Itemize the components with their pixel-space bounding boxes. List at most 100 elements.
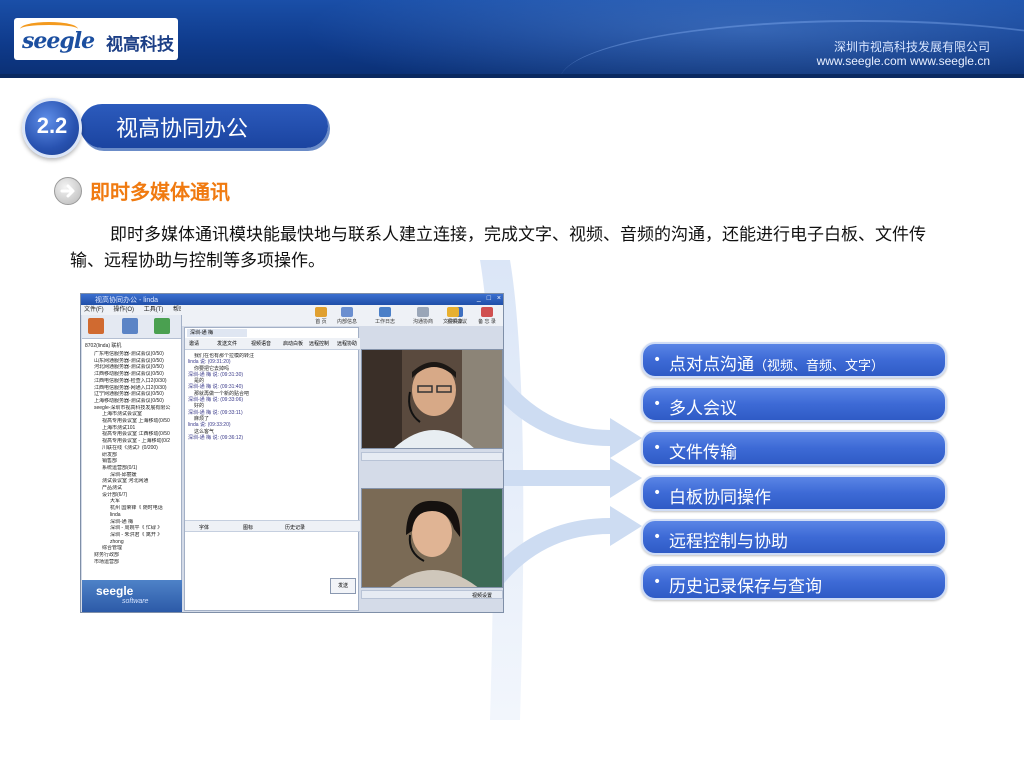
video-settings-button[interactable]: 视频设置 — [472, 592, 492, 599]
bullet-icon: • — [653, 396, 662, 412]
toolbar-worklog[interactable]: 工作日志 — [371, 307, 399, 325]
local-video-controls[interactable]: 视频设置 — [361, 590, 503, 599]
invite-button[interactable]: 邀请 — [189, 340, 199, 347]
footer-brand: seegle — [96, 584, 134, 598]
tree-item[interactable]: 上海市测试会议室 — [84, 411, 180, 418]
arrow-right-icon — [54, 177, 82, 205]
tree-item[interactable]: linda — [84, 512, 180, 519]
menu-operate[interactable]: 操作(O) — [113, 307, 134, 313]
chat-tab[interactable]: 深圳-通 梅 — [187, 329, 247, 337]
remote-video — [361, 349, 503, 449]
feature-note: （视频、音频、文字） — [754, 359, 885, 374]
tree-item[interactable]: 大军 — [84, 498, 180, 505]
tree-item[interactable]: 视高专用会议室 - 上海移动(0/2 — [84, 438, 180, 445]
toolbar-internal[interactable]: 内部信息 — [333, 307, 361, 325]
menu-tools[interactable]: 工具(T) — [144, 307, 164, 313]
toolbar-fileshare-button[interactable]: 文件共享 — [439, 307, 467, 325]
tree-item[interactable]: 设计部(6/7) — [84, 492, 180, 499]
video-voice-button[interactable]: 视频语音 — [251, 340, 271, 347]
tree-item[interactable]: 研发部 — [84, 452, 180, 459]
header-underline — [0, 74, 1024, 78]
toolbar-internal-label: 内部信息 — [336, 319, 357, 325]
menu-file[interactable]: 文件(F) — [84, 307, 104, 313]
local-video — [361, 488, 503, 588]
recent-tab-icon[interactable] — [154, 318, 170, 334]
tree-item[interactable]: 广东电信服务器-测试会议(0/50) — [84, 351, 180, 358]
section-title: 视高协同办公 — [116, 117, 249, 142]
bullet-icon: • — [653, 485, 662, 501]
memo-icon — [481, 307, 493, 317]
group-tab-icon[interactable] — [122, 318, 138, 334]
send-button[interactable]: 发送 — [330, 578, 356, 594]
company-logo: seegle 视高科技 — [14, 18, 178, 60]
feature-label: 点对点沟通（视频、音频、文字） — [669, 355, 885, 375]
bullet-icon: • — [653, 352, 662, 368]
whiteboard-button[interactable]: 启动白板 — [283, 340, 303, 347]
tree-item[interactable]: 财务行政部 — [84, 552, 180, 559]
window-controls-icon[interactable]: _ □ × — [477, 295, 503, 302]
company-name: 深圳市视高科技发展有限公司 — [833, 40, 990, 54]
tree-item[interactable]: 视高专用会议室 上海移动(0/50 — [84, 418, 180, 425]
panel-footer-logo: seegle software — [82, 580, 182, 612]
tree-item[interactable]: 测试会议室 河北网通 — [84, 478, 180, 485]
feature-item-history: • 历史记录保存与查询 — [641, 564, 947, 600]
feature-label: 历史记录保存与查询 — [669, 577, 822, 597]
toolbar-memo[interactable]: 备 忘 录 — [473, 307, 501, 325]
toolbar-home-label: 首 页 — [315, 319, 327, 325]
contact-tree: 广东电信服务器-测试会议(0/50) 山东网通服务器-测试会议(0/50) 河北网通… — [84, 351, 180, 583]
logo-text-cn: 视高科技 — [106, 35, 174, 55]
tree-item[interactable]: 深圳-通 梅 — [84, 519, 180, 526]
tree-item[interactable]: 上海移动服务器-测试会议(0/50) — [84, 398, 180, 405]
toolbar-worklog-label: 工作日志 — [374, 319, 395, 325]
tree-item[interactable]: zhong — [84, 539, 180, 546]
tree-item[interactable]: 江西电信服务器-检查入口2(0/30) — [84, 378, 180, 385]
remote-assist-button[interactable]: 远程协助 — [337, 340, 357, 347]
tree-item[interactable]: 江西移动服务器-测试会议(0/50) — [84, 371, 180, 378]
chat-input-toolbar: 字体 图标 历史记录 — [185, 520, 360, 532]
tree-item[interactable]: 川联在线《测试》(0/200) — [84, 445, 180, 452]
toolbar-home[interactable]: 首 页 — [307, 307, 335, 325]
feature-item-file-transfer: • 文件传输 — [641, 430, 947, 466]
window-title: 视高协同办公 - linda — [95, 297, 159, 304]
tree-item[interactable]: 深圳 - 周婉平《 忙碌 》 — [84, 525, 180, 532]
tree-item[interactable]: 深圳 - 朱洪君《 离开 》 — [84, 532, 180, 539]
tree-item[interactable]: 市场运营部 — [84, 559, 180, 566]
tree-item[interactable]: 深圳-邱丽媛 — [84, 472, 180, 479]
chat-window: 深圳-通 梅 邀请 发送文件 视频语音 启动白板 远程控制 远程协助 我们在也有… — [184, 327, 360, 611]
feature-label: 白板协同操作 — [669, 488, 771, 508]
tree-item[interactable]: 江西电信服务器-网通入口2(0/30) — [84, 385, 180, 392]
bullet-icon: • — [653, 529, 662, 545]
tree-item[interactable]: 河北网通服务器-测试会议(0/50) — [84, 364, 180, 371]
tree-item[interactable]: 山东网通服务器-测试会议(0/50) — [84, 358, 180, 365]
section-number: 2.2 — [36, 113, 68, 138]
subsection-title: 即时多媒体通讯 — [90, 180, 230, 204]
header-band: seegle 视高科技 深圳市视高科技发展有限公司 www.seegle.com… — [0, 0, 1024, 78]
tree-item[interactable]: 杭州 国荣锋《 随时电话 — [84, 505, 180, 512]
org-tab-icon[interactable] — [88, 318, 104, 334]
feature-item-whiteboard: • 白板协同操作 — [641, 475, 947, 511]
folder-icon — [447, 307, 459, 317]
tree-item[interactable]: 综合管理 — [84, 545, 180, 552]
tree-item[interactable]: 上海市测试101 — [84, 425, 180, 432]
chat-icon — [417, 307, 429, 317]
remote-video-controls[interactable] — [361, 452, 503, 461]
tree-item[interactable]: 产品测试 — [84, 485, 180, 492]
remote-control-button[interactable]: 远程控制 — [309, 340, 329, 347]
footer-sub: software — [122, 598, 149, 605]
toolbar-communicate[interactable]: 沟通协商 — [409, 307, 437, 325]
tree-item[interactable]: 视高专用会议室 江西移动(0/50 — [84, 431, 180, 438]
tree-item[interactable]: 系统运营部(0/1) — [84, 465, 180, 472]
tree-item[interactable]: 销售部 — [84, 458, 180, 465]
app-screenshot: 视高协同办公 - linda _ □ × 文件(F) 操作(O) 工具(T) 帮… — [80, 293, 504, 613]
history-button[interactable]: 历史记录 — [285, 524, 305, 531]
section-title-pill: 视高协同办公 — [80, 104, 328, 148]
emoji-button[interactable]: 图标 — [243, 524, 253, 531]
send-file-button[interactable]: 发送文件 — [217, 340, 237, 347]
tree-item[interactable]: seegle-深圳市视高科技发展有限公 — [84, 405, 180, 412]
font-button[interactable]: 字体 — [199, 524, 209, 531]
chat-message-header: 深圳-通 梅 说: (09:36:12) — [188, 434, 244, 441]
chat-history: 我们在也有那个拉模的转注 linda 说: (09:31:20) 你要把它去掉吗 深圳… — [188, 353, 348, 478]
speaker-icon — [341, 307, 353, 317]
section-number-badge: 2.2 — [22, 98, 82, 158]
tree-item[interactable]: 辽宁网通服务器-测试会议(0/50) — [84, 391, 180, 398]
